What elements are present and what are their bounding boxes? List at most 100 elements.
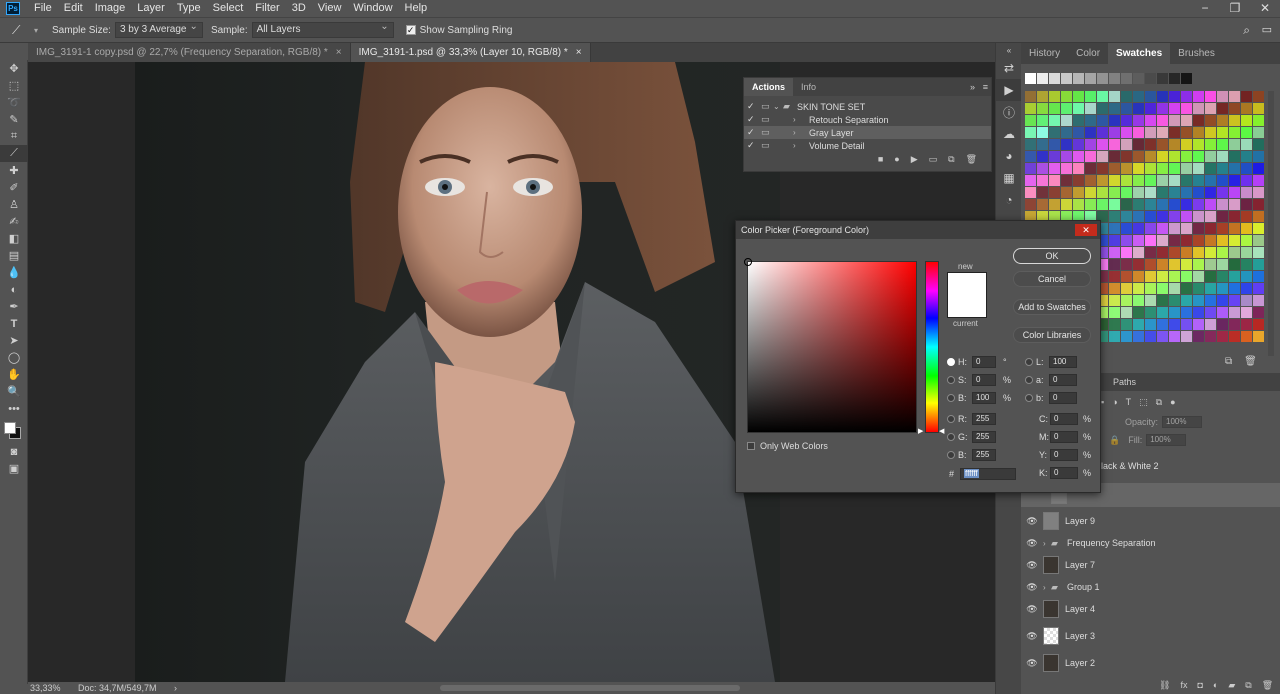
eyedropper-tool-preset-icon[interactable]: ⟋ <box>12 23 34 38</box>
swatch[interactable] <box>1145 163 1156 174</box>
swatch[interactable] <box>1205 331 1216 342</box>
swatch[interactable] <box>1097 163 1108 174</box>
hue-radio[interactable] <box>947 358 955 366</box>
fx-icon[interactable]: fx <box>1180 680 1187 691</box>
zoom-tool-icon[interactable]: 🔍 <box>0 383 28 400</box>
swatch[interactable] <box>1169 247 1180 258</box>
swatch[interactable] <box>1205 175 1216 186</box>
crop-tool-icon[interactable]: ⌗ <box>0 128 28 145</box>
swatch[interactable] <box>1241 259 1252 270</box>
swatch[interactable] <box>1145 127 1156 138</box>
swatch[interactable] <box>1061 73 1072 84</box>
swatch[interactable] <box>1085 127 1096 138</box>
swatch[interactable] <box>1253 187 1264 198</box>
lab-b-radio[interactable] <box>1025 394 1033 402</box>
swatch[interactable] <box>1133 223 1144 234</box>
swatch[interactable] <box>1037 175 1048 186</box>
swatch[interactable] <box>1145 259 1156 270</box>
tab-swatches[interactable]: Swatches <box>1108 43 1171 64</box>
sample-select[interactable]: All Layers <box>251 20 394 38</box>
swatch[interactable] <box>1097 127 1108 138</box>
swatch[interactable] <box>1109 223 1120 234</box>
swatch[interactable] <box>1205 103 1216 114</box>
swatch[interactable] <box>1061 199 1072 210</box>
menu-edit[interactable]: Edit <box>58 0 89 17</box>
swatch[interactable] <box>1253 199 1264 210</box>
swatch[interactable] <box>1133 331 1144 342</box>
swatch[interactable] <box>1169 139 1180 150</box>
chevron-right-icon[interactable]: › <box>1043 583 1051 592</box>
swatch[interactable] <box>1133 187 1144 198</box>
swatch[interactable] <box>1121 211 1132 222</box>
menu-type[interactable]: Type <box>171 0 207 17</box>
swatch[interactable] <box>1253 151 1264 162</box>
swatch[interactable] <box>1049 127 1060 138</box>
swatch[interactable] <box>1121 223 1132 234</box>
swatch[interactable] <box>1229 247 1240 258</box>
swatch[interactable] <box>1133 271 1144 282</box>
swatch[interactable] <box>1205 283 1216 294</box>
swatch[interactable] <box>1217 247 1228 258</box>
swatch[interactable] <box>1181 115 1192 126</box>
swatch[interactable] <box>1121 283 1132 294</box>
swatch[interactable] <box>1145 211 1156 222</box>
swatch[interactable] <box>1181 319 1192 330</box>
swatch[interactable] <box>1229 175 1240 186</box>
swatch[interactable] <box>1061 127 1072 138</box>
swatch[interactable] <box>1121 151 1132 162</box>
visibility-eye-icon[interactable]: 👁 <box>1021 631 1043 642</box>
swatch[interactable] <box>1133 103 1144 114</box>
swatch[interactable] <box>1025 163 1036 174</box>
new-swatch-icon[interactable]: ⧉ <box>1225 356 1232 367</box>
swatch[interactable] <box>1169 199 1180 210</box>
info-icon[interactable]: ⓘ <box>996 101 1022 123</box>
swatch[interactable] <box>1241 175 1252 186</box>
adjustment-layer-icon[interactable]: ◐ <box>1213 680 1218 691</box>
chevron-down-icon[interactable]: ▾ <box>34 26 38 35</box>
swatch[interactable] <box>1085 115 1096 126</box>
swatch[interactable] <box>1253 235 1264 246</box>
swatch[interactable] <box>1181 307 1192 318</box>
brush-tool-icon[interactable]: ✐ <box>0 179 28 196</box>
swatch[interactable] <box>1049 163 1060 174</box>
shape-tool-icon[interactable]: ◯ <box>0 349 28 366</box>
visibility-eye-icon[interactable]: 👁 <box>1021 516 1043 527</box>
swatch[interactable] <box>1205 199 1216 210</box>
path-select-tool-icon[interactable]: ➤ <box>0 332 28 349</box>
swatch[interactable] <box>1145 331 1156 342</box>
swatch[interactable] <box>1193 211 1204 222</box>
swatch[interactable] <box>1121 139 1132 150</box>
swatch[interactable] <box>1217 271 1228 282</box>
swatch[interactable] <box>1025 151 1036 162</box>
menu-view[interactable]: View <box>312 0 348 17</box>
swatch[interactable] <box>1241 211 1252 222</box>
swatch[interactable] <box>1073 115 1084 126</box>
swatch[interactable] <box>1193 307 1204 318</box>
swatch[interactable] <box>1037 103 1048 114</box>
marquee-tool-icon[interactable]: ⬚ <box>0 77 28 94</box>
swatch[interactable] <box>1229 283 1240 294</box>
red-radio[interactable] <box>947 415 955 423</box>
swatch[interactable] <box>1025 139 1036 150</box>
swatch[interactable] <box>1157 199 1168 210</box>
action-set-row[interactable]: ✓ ▭ ⌄ ▰ SKIN TONE SET <box>744 100 991 113</box>
swatch[interactable] <box>1217 103 1228 114</box>
chevron-down-icon[interactable]: ⌄ <box>773 102 783 111</box>
swatch[interactable] <box>1145 175 1156 186</box>
swatch[interactable] <box>1157 73 1168 84</box>
group-row[interactable]: 👁 › ▰ Frequency Separation <box>1021 534 1280 552</box>
swatch[interactable] <box>1193 115 1204 126</box>
menu-layer[interactable]: Layer <box>131 0 171 17</box>
swatch[interactable] <box>1253 223 1264 234</box>
swatch[interactable] <box>1109 175 1120 186</box>
swatch[interactable] <box>1193 223 1204 234</box>
ok-button[interactable]: OK <box>1013 248 1091 264</box>
swatch[interactable] <box>1193 163 1204 174</box>
swatch[interactable] <box>1121 307 1132 318</box>
swatch[interactable] <box>1241 283 1252 294</box>
swatch[interactable] <box>1157 163 1168 174</box>
swatch[interactable] <box>1157 271 1168 282</box>
zoom-level[interactable]: 33,33% <box>30 682 61 694</box>
swatch[interactable] <box>1229 139 1240 150</box>
swatch[interactable] <box>1049 115 1060 126</box>
